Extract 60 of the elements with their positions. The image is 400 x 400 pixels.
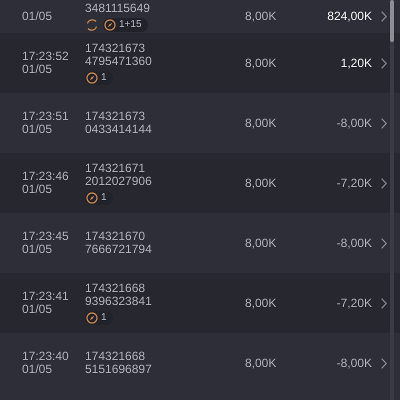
date-text: 01/05 (22, 363, 54, 376)
id-text: 0433414144 (85, 123, 153, 136)
chevron-right-icon (381, 178, 387, 188)
compass-icon (104, 18, 116, 30)
time-text: 17:23:51 (22, 110, 70, 123)
compass-icon (86, 192, 98, 204)
date-text: 01/05 (22, 123, 54, 136)
id-text: 7666721794 (85, 243, 153, 256)
amount-text: 8,00K (244, 10, 278, 23)
result-text: 1,20K (340, 56, 372, 70)
date-text: 01/05 (22, 243, 54, 256)
chevron-right-icon (381, 358, 387, 368)
date-text: 01/05 (22, 303, 54, 316)
amount-text: 8,00K (244, 56, 278, 70)
time-text: 17:23:40 (22, 350, 70, 363)
result-text: -8,00K (336, 356, 372, 370)
id-text: 2012027906 (85, 174, 153, 188)
id-text: 3481115649 (85, 2, 151, 14)
scrollbar-thumb[interactable] (390, 0, 394, 42)
chevron-right-icon (381, 11, 387, 22)
id-text: 174321668 (85, 282, 146, 294)
result-text: 824,00K (327, 9, 372, 23)
compass-icon (86, 312, 98, 324)
time-text: 17:23:46 (22, 170, 70, 183)
id-text: 4795471360 (85, 54, 153, 68)
id-text: 174321668 (85, 350, 146, 363)
time-text: 17:23:52 (22, 50, 70, 63)
id-text: 5151696897 (85, 363, 153, 376)
result-text: -7,20K (336, 176, 372, 190)
date-text: 01/05 (22, 10, 54, 23)
amount-text: 8,00K (244, 356, 278, 370)
id-text: 174321670 (85, 230, 146, 243)
table-row[interactable]: 17:23:46 01/05 174321671 2012027906 1 8,00K -7,20K (0, 153, 400, 213)
id-text: 174321673 (85, 110, 146, 123)
date-text: 01/05 (22, 183, 54, 196)
chevron-right-icon (381, 58, 387, 68)
date-text: 01/05 (22, 63, 54, 76)
id-text: 174321671 (85, 162, 146, 174)
id-text: 174321673 (85, 42, 146, 54)
amount-text: 8,00K (244, 296, 278, 310)
result-text: -8,00K (336, 236, 372, 250)
amount-text: 8,00K (244, 176, 278, 190)
chevron-right-icon (381, 118, 387, 128)
chevron-right-icon (381, 238, 387, 248)
multiplier-tag: 1+15 (103, 18, 148, 32)
multiplier-tag: 1 (85, 190, 113, 204)
time-text: 17:23:41 (22, 290, 70, 303)
compass-icon (86, 72, 98, 84)
multiplier-tag: 1 (85, 70, 113, 84)
table-row[interactable]: 17:23:41 01/05 174321668 9396323841 1 8,00K -7,20K (0, 273, 400, 333)
multiplier-tag: 1 (85, 310, 113, 324)
time-text: 17:23:45 (22, 230, 70, 243)
amount-text: 8,00K (244, 116, 278, 130)
result-text: -7,20K (336, 296, 372, 310)
table-row[interactable]: 17:23:52 01/05 174321673 4795471360 1 8,00K 1,20K (0, 33, 400, 93)
id-text: 9396323841 (85, 294, 153, 308)
refresh-icon (85, 18, 99, 32)
result-text: -8,00K (336, 116, 372, 130)
amount-text: 8,00K (244, 236, 278, 250)
chevron-right-icon (381, 298, 387, 308)
